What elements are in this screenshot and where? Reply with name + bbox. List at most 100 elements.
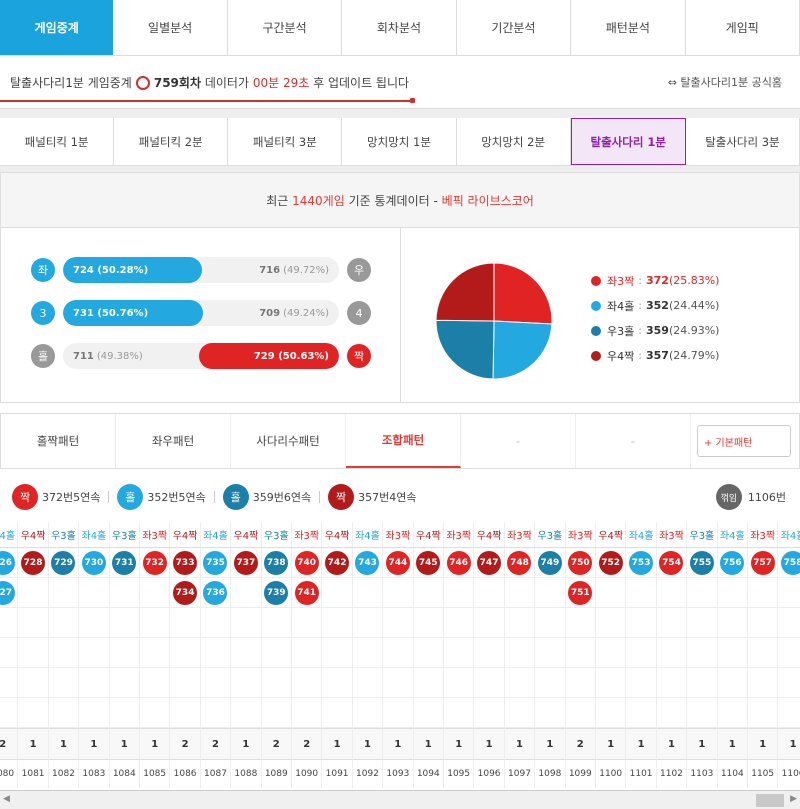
- live-status-bar: 탈출사다리1분 게임중계 759회차 데이터가 00분 29초 후 업데이트 됩…: [0, 56, 800, 108]
- grid-cell: [0, 698, 18, 728]
- even-ball: 짝: [328, 484, 355, 510]
- column-header: 좌4홀: [626, 522, 657, 548]
- column-header: 좌4홀: [352, 522, 384, 548]
- grid-cell: [778, 578, 800, 608]
- game-tab-penalty-3[interactable]: 패널티킥 3분: [228, 118, 343, 165]
- streak-count: 1: [48, 728, 80, 760]
- grid-cell: [18, 668, 48, 698]
- game-tab-hammer-1[interactable]: 망치망치 1분: [342, 118, 457, 165]
- streak-count: 1: [717, 728, 748, 760]
- column-header: 우4짝: [18, 522, 49, 548]
- ratio-fill: 731 (50.76%): [63, 300, 204, 326]
- grid-cell: [444, 668, 474, 698]
- streak-count: 2: [261, 728, 292, 760]
- game-tab-ladder-3[interactable]: 탈출사다리 3분: [686, 118, 800, 165]
- grid-cell: [596, 608, 626, 638]
- divider: [0, 108, 800, 118]
- left-ball: 3: [31, 301, 55, 325]
- grid-cell: [170, 668, 200, 698]
- pattern-tab-leftright[interactable]: 좌우패턴: [116, 414, 231, 468]
- tab-daily[interactable]: 일별분석: [113, 0, 228, 55]
- grid-cell: [535, 608, 565, 638]
- grid-cell: [170, 698, 200, 728]
- streak-count: 1: [231, 728, 262, 760]
- grid-cell: [474, 698, 504, 728]
- column-header: 우4짝: [596, 522, 627, 548]
- grid-cell: 728: [18, 548, 48, 578]
- column-header: 우3홀: [48, 522, 80, 548]
- scroll-left-icon[interactable]: ◀: [3, 794, 10, 804]
- grid-cell: [656, 608, 687, 638]
- legend-item: 좌3짝:372 (25.83%): [591, 268, 719, 293]
- pattern-column: 좌3짝 748 1 1097: [504, 522, 536, 788]
- legend-pct: (24.44%): [668, 299, 720, 312]
- scroll-right-icon[interactable]: ▶: [790, 794, 797, 804]
- column-number: 1103: [687, 760, 718, 788]
- pattern-tab-laddercount[interactable]: 사다리수패턴: [231, 414, 346, 468]
- ratio-other: 709 (49.24%): [259, 307, 329, 319]
- official-site-link[interactable]: ⇔ 탈출사다리1분 공식홈: [668, 74, 782, 90]
- tab-period[interactable]: 기간분석: [456, 0, 572, 55]
- grid-cell: [474, 608, 504, 638]
- grid-cell: 743: [352, 548, 383, 578]
- column-header: 우3홀: [535, 522, 566, 548]
- tab-pattern[interactable]: 패턴분석: [571, 0, 686, 55]
- legend-pct: (25.83%): [668, 274, 720, 287]
- legend-item: 우3홀:359 (24.93%): [591, 318, 719, 343]
- column-header: 우4짝: [322, 522, 353, 548]
- grid-cell: [322, 668, 352, 698]
- pattern-column: 우4짝 737 1 1088: [231, 522, 262, 788]
- tab-live[interactable]: 게임중계: [0, 0, 114, 55]
- grid-cell: [18, 578, 48, 608]
- odd-ball: 홀: [117, 484, 144, 510]
- grid-cell: [596, 698, 626, 728]
- column-number: 1100: [596, 760, 627, 788]
- scroll-thumb[interactable]: [756, 794, 784, 807]
- tab-pick[interactable]: 게임픽: [685, 0, 800, 55]
- grid-cell: [170, 638, 200, 668]
- pie-slice: [435, 319, 495, 380]
- pattern-column: 우3홀 729 1 1082: [48, 522, 80, 788]
- grid-cell: [535, 668, 565, 698]
- game-tab-penalty-1[interactable]: 패널티킥 1분: [0, 118, 115, 165]
- streak-text: 357번4연속: [358, 491, 417, 504]
- turn-count-text: 1106번: [747, 491, 786, 504]
- even-ball: 짝: [12, 484, 38, 510]
- round-ball: 751: [568, 580, 593, 605]
- round-ball: 756: [720, 550, 745, 575]
- tab-section[interactable]: 구간분석: [227, 0, 343, 55]
- pattern-tab-oddeven[interactable]: 홀짝패턴: [1, 414, 116, 468]
- grid-cell: [231, 698, 261, 728]
- grid-cell: [748, 638, 778, 668]
- pattern-column: 좌4홀 730 1 1083: [79, 522, 110, 788]
- game-tab-hammer-2[interactable]: 망치망치 2분: [457, 118, 571, 165]
- streak-count: 1: [140, 728, 171, 760]
- grid-cell: [717, 578, 747, 608]
- pattern-tab-combo[interactable]: 조합패턴: [346, 414, 461, 468]
- column-header: 좌3짝: [140, 522, 171, 548]
- game-tab-penalty-2[interactable]: 패널티킥 2분: [114, 118, 229, 165]
- grid-cell: [656, 638, 687, 668]
- grid-cell: [261, 608, 291, 638]
- game-tab-ladder-1[interactable]: 탈출사다리 1분: [570, 118, 686, 165]
- ratio-other: 711 (49.38%): [73, 350, 143, 362]
- grid-cell: [687, 638, 717, 668]
- streak-count: 1: [626, 728, 657, 760]
- horizontal-scrollbar[interactable]: ◀ ▶: [0, 790, 800, 809]
- pattern-column: 좌3짝 740 741 2 1090: [292, 522, 323, 788]
- grid-cell: [626, 698, 656, 728]
- grid-cell: 744: [383, 548, 413, 578]
- pattern-column: 좌4홀 726 727 21080: [0, 522, 19, 788]
- countdown-timer: 00분 29초: [252, 75, 310, 90]
- grid-cell: [565, 638, 595, 668]
- column-header: 좌4홀: [79, 522, 110, 548]
- right-ball: 짝: [347, 344, 371, 368]
- basic-pattern-button[interactable]: + 기본패턴: [697, 425, 791, 457]
- tab-round[interactable]: 회차분석: [342, 0, 457, 55]
- grid-cell: [170, 608, 200, 638]
- grid-cell: [687, 608, 717, 638]
- grid-cell: 757: [748, 548, 778, 578]
- grid-cell: [444, 698, 474, 728]
- divider: [213, 491, 215, 503]
- column-header: 좌3짝: [565, 522, 596, 548]
